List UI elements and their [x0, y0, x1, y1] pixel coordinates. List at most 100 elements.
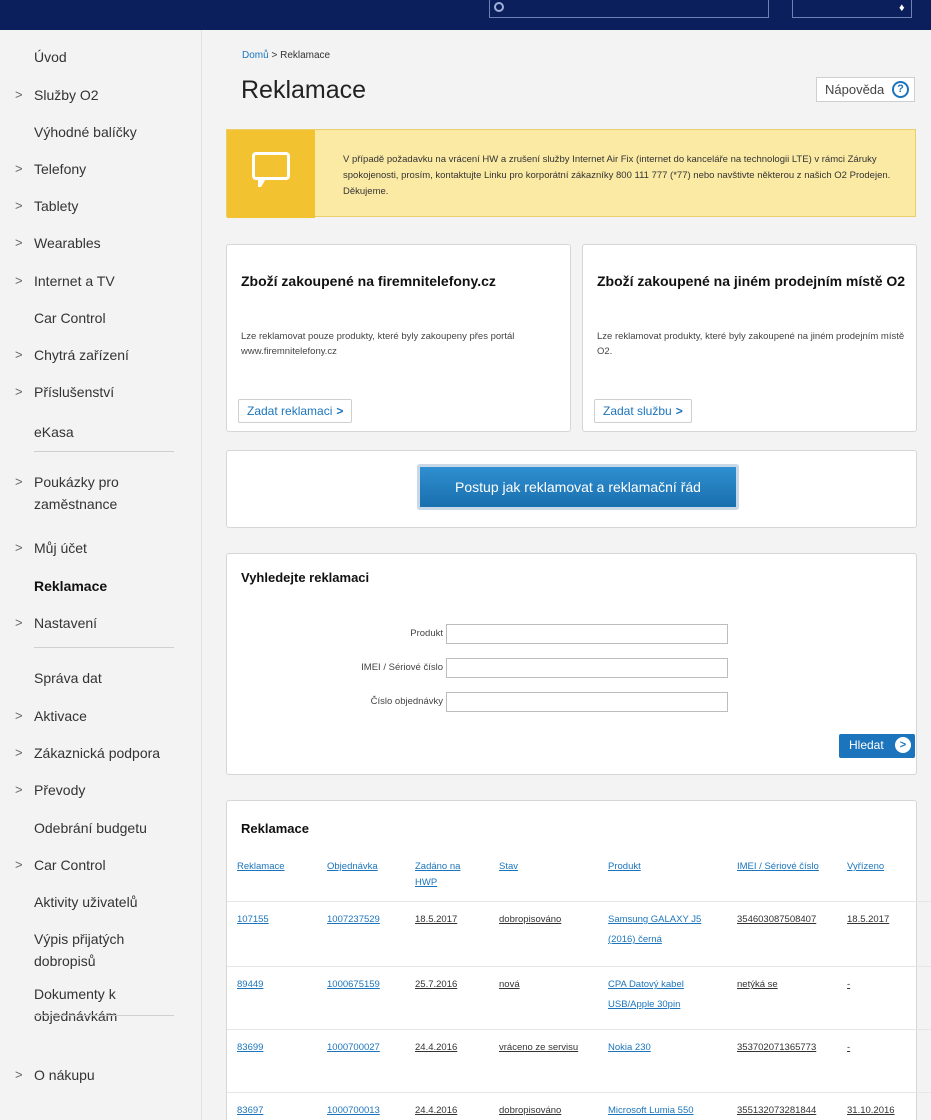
chevron-right-icon: > — [15, 474, 23, 489]
sidebar-item-label: Správa dat — [34, 670, 102, 686]
sidebar: Úvod > Služby O2 Výhodné balíčky > Telefony > T… — [0, 30, 202, 1120]
sidebar-item-label: Reklamace — [34, 578, 108, 594]
breadcrumb-home-link[interactable]: Domů — [242, 50, 269, 61]
imei: 354603087508407 — [737, 914, 817, 925]
sidebar-item-label: Odebrání budgetu — [34, 820, 147, 836]
column-header[interactable]: Zadáno na HWP — [415, 859, 485, 891]
column-header[interactable]: Objednávka — [327, 859, 407, 875]
status: dobropisováno — [499, 1105, 562, 1116]
imei: 353702071365773 — [737, 1042, 817, 1053]
imei-row: IMEI / Sériové číslo — [227, 656, 443, 678]
breadcrumb: Domů > Reklamace — [242, 50, 330, 61]
chevron-right-icon: > — [895, 737, 911, 753]
card-title: Zboží zakoupené na jiném prodejním místě… — [597, 273, 906, 289]
sidebar-divider — [34, 451, 174, 452]
status: dobropisováno — [499, 914, 562, 925]
resolved-date: - — [847, 1042, 851, 1053]
sidebar-item-label: Zákaznická podpora — [34, 745, 161, 761]
complaint-id-link[interactable]: 107155 — [237, 910, 317, 930]
cart-icon[interactable]: ♦ — [899, 2, 911, 14]
submit-service-button[interactable]: Zadat službu > — [594, 399, 692, 423]
sidebar-item-label: Internet a TV — [34, 273, 115, 289]
breadcrumb-current: Reklamace — [280, 50, 331, 61]
chevron-right-icon: > — [15, 540, 23, 555]
card-description: Lze reklamovat pouze produkty, které byl… — [241, 331, 515, 357]
submitted-date: 18.5.2017 — [415, 914, 458, 925]
sidebar-divider — [34, 647, 174, 648]
button-label: Zadat reklamaci — [247, 404, 333, 418]
complaint-id-link[interactable]: 89449 — [237, 975, 317, 995]
table-title: Reklamace — [241, 821, 309, 836]
complaint-id-link[interactable]: 83699 — [237, 1038, 317, 1058]
search-button[interactable]: Hledat > — [839, 734, 915, 758]
table-row: 83699 1000700027 24.4.2016 vráceno ze servi… — [227, 1029, 931, 1092]
imei-label: IMEI / Sériové číslo — [361, 662, 443, 673]
order-number-row: Číslo objednávky — [227, 690, 443, 712]
product-row: Produkt — [227, 622, 443, 644]
submitted-date: 24.4.2016 — [415, 1042, 458, 1053]
global-search-input[interactable] — [489, 0, 769, 18]
complaint-procedure-button[interactable]: Postup jak reklamovat a reklamační řád — [417, 464, 739, 510]
submitted-date: 25.7.2016 — [415, 979, 458, 990]
product: Samsung GALAXY J5 (2016) černá — [608, 914, 702, 945]
button-label: Zadat službu — [603, 404, 672, 418]
sidebar-item-label: Úvod — [34, 49, 67, 65]
imei-input[interactable] — [446, 658, 728, 678]
column-header[interactable]: Stav — [499, 859, 599, 875]
product: Microsoft Lumia 550 — [608, 1105, 694, 1116]
top-bar: ♦ — [0, 0, 931, 30]
top-account-button[interactable] — [792, 0, 912, 18]
search-panel-title: Vyhledejte reklamaci — [241, 570, 370, 585]
complaint-id-link[interactable]: 83697 — [237, 1101, 317, 1120]
column-header[interactable]: IMEI / Sériové číslo — [737, 859, 847, 875]
order-link[interactable]: 1000700027 — [327, 1038, 407, 1058]
sidebar-divider — [34, 1015, 174, 1016]
sidebar-item-label: Aktivace — [34, 708, 87, 724]
sidebar-item-label: Můj účet — [34, 540, 87, 556]
column-header[interactable]: Reklamace — [237, 859, 317, 875]
order-link[interactable]: 1000675159 — [327, 975, 407, 995]
chevron-right-icon: > — [15, 235, 23, 250]
sidebar-item-label: Nastavení — [34, 615, 98, 631]
sidebar-item-label: Chytrá zařízení — [34, 347, 129, 363]
chevron-right-icon: > — [15, 384, 23, 399]
sidebar-item-label: Telefony — [34, 161, 87, 177]
chevron-right-icon: > — [336, 404, 344, 418]
search-button-label: Hledat — [849, 738, 884, 752]
chevron-right-icon: > — [15, 87, 23, 102]
imei: netýká se — [737, 979, 778, 990]
procedure-panel: Postup jak reklamovat a reklamační řád — [226, 450, 917, 528]
chevron-right-icon: > — [15, 708, 23, 723]
submitted-date: 24.4.2016 — [415, 1105, 458, 1116]
card-description: Lze reklamovat produkty, které byly zako… — [597, 331, 905, 357]
sidebar-item-label: Wearables — [34, 235, 101, 251]
card-eshop-purchase: Zboží zakoupené na firemnitelefony.cz Lz… — [226, 244, 571, 432]
sidebar-item-label: Převody — [34, 782, 86, 798]
notice-banner: V případě požadavku na vrácení HW a zruš… — [226, 129, 916, 218]
sidebar-item-label: Příslušenství — [34, 384, 115, 400]
sidebar-item-label: Tablety — [34, 198, 79, 214]
table-row: 107155 1007237529 18.5.2017 dobropisováno Sa… — [227, 901, 931, 964]
column-header[interactable]: Vyřízeno — [847, 859, 907, 875]
sidebar-item-label: Aktivity uživatelů — [34, 894, 138, 910]
sidebar-item-label: Služby O2 — [34, 87, 99, 103]
help-button[interactable]: Nápověda ? — [816, 77, 915, 102]
status: vráceno ze servisu — [499, 1042, 579, 1053]
order-link[interactable]: 1007237529 — [327, 910, 407, 930]
order-link[interactable]: 1000700013 — [327, 1101, 407, 1120]
table-row: 89449 1000675159 25.7.2016 nová CPA Datový k… — [227, 966, 931, 1029]
imei: 355132073281844 — [737, 1105, 817, 1116]
product-input[interactable] — [446, 624, 728, 644]
resolved-date: 18.5.2017 — [847, 914, 890, 925]
table-row: 83697 1000700013 24.4.2016 dobropisováno Mic… — [227, 1092, 931, 1120]
breadcrumb-separator: > — [271, 50, 278, 61]
column-header[interactable]: Produkt — [608, 859, 728, 875]
chevron-right-icon: > — [15, 745, 23, 760]
chevron-right-icon: > — [15, 273, 23, 288]
resolved-date: - — [847, 979, 851, 990]
sidebar-item-label: Výpis přijatých dobropisů — [34, 931, 125, 969]
order-number-input[interactable] — [446, 692, 728, 712]
sidebar-item-label: eKasa — [34, 424, 74, 440]
submit-complaint-button[interactable]: Zadat reklamaci > — [238, 399, 353, 423]
chevron-right-icon: > — [15, 198, 23, 213]
